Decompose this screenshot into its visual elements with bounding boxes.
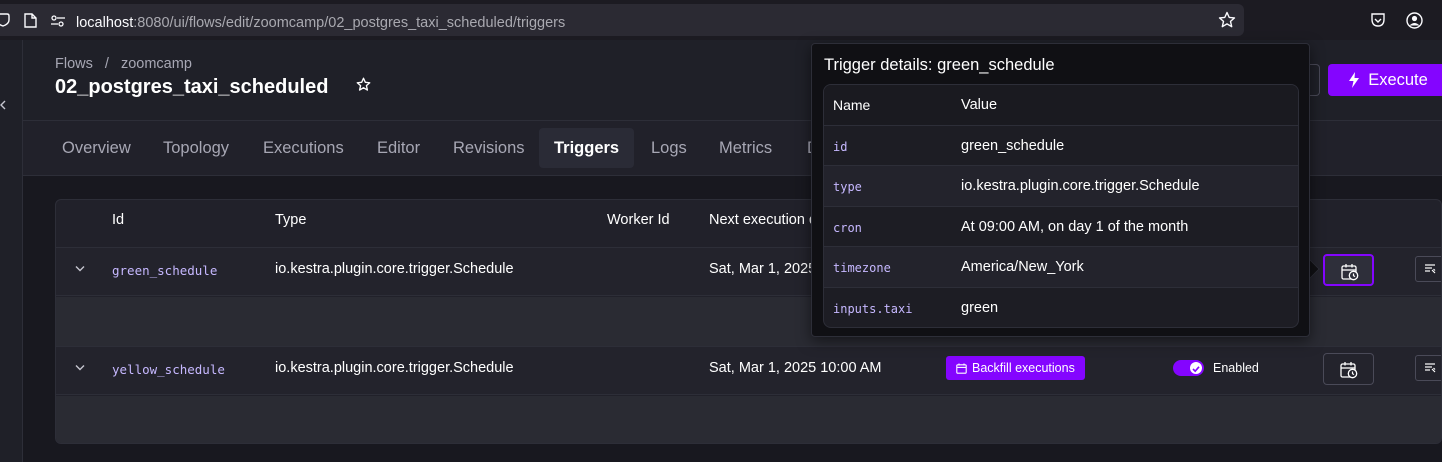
enabled-toggle[interactable] [1173,360,1204,376]
details-row: timezone America/New_York [824,247,1298,288]
trigger-details-button[interactable] [1323,254,1374,286]
pocket-icon[interactable] [1370,12,1386,33]
calendar-clock-icon [1341,264,1359,281]
breadcrumb-namespace-link[interactable]: zoomcamp [121,56,192,72]
tab-executions[interactable]: Executions [248,128,359,168]
calendar-clock-icon [1340,362,1358,379]
row-expanded-area [56,396,1441,443]
logs-icon [1425,264,1436,274]
trigger-details-table: Name Value id green_schedule type io.kes… [823,84,1299,328]
logs-icon [1425,363,1436,373]
detail-value: At 09:00 AM, on day 1 of the month [961,218,1189,235]
tab-overview[interactable]: Overview [47,128,146,168]
permissions-icon[interactable] [50,14,66,32]
tab-logs[interactable]: Logs [636,128,702,168]
enabled-label: Enabled [1213,361,1259,375]
details-row: cron At 09:00 AM, on day 1 of the month [824,207,1298,247]
favorite-star-icon[interactable] [356,77,376,97]
breadcrumb-separator: / [104,56,109,72]
bookmark-star-icon[interactable] [1218,11,1236,34]
table-row: yellow_schedule io.kestra.plugin.core.tr… [56,347,1441,395]
address-bar[interactable]: localhost:8080/ui/flows/edit/zoomcamp/02… [0,4,1244,36]
trigger-details-button[interactable] [1323,353,1374,385]
popover-title: Trigger details: green_schedule [824,56,1055,74]
trigger-id: green_schedule [112,263,218,278]
detail-value: green_schedule [961,137,1065,154]
header-next-execution: Next execution d [709,212,818,228]
trigger-type: io.kestra.plugin.core.trigger.Schedule [275,261,514,277]
detail-name: type [833,180,862,194]
page-title: 02_postgres_taxi_scheduled [55,76,329,98]
detail-value: green [961,299,999,316]
shield-icon[interactable] [0,13,10,32]
details-header-value: Value [961,97,998,113]
details-row: inputs.taxi green [824,288,1298,328]
detail-value: io.kestra.plugin.core.trigger.Schedule [961,178,1200,194]
next-execution: Sat, Mar 1, 2025 10:00 AM [709,360,882,376]
tab-revisions[interactable]: Revisions [438,128,540,168]
detail-name: timezone [833,261,891,275]
calendar-icon [956,363,967,374]
details-header-row: Name Value [824,85,1298,126]
backfill-executions-button[interactable]: Backfill executions [946,356,1085,380]
header-type: Type [275,212,307,228]
details-row: type io.kestra.plugin.core.trigger.Sched… [824,166,1298,207]
tab-editor[interactable]: Editor [362,128,435,168]
url-text[interactable]: localhost:8080/ui/flows/edit/zoomcamp/02… [76,15,565,31]
toggle-knob [1190,362,1202,374]
detail-name: id [833,139,848,154]
trigger-type: io.kestra.plugin.core.trigger.Schedule [275,360,514,376]
detail-name: inputs.taxi [833,301,913,316]
page-icon [24,13,37,33]
account-icon[interactable] [1406,12,1423,34]
chevron-down-icon[interactable] [74,359,88,373]
header-worker-id: Worker Id [607,212,670,228]
view-logs-button[interactable] [1415,355,1441,381]
breadcrumb: Flows / zoomcamp [55,56,192,72]
trigger-details-popover: Trigger details: green_schedule Name Val… [811,43,1310,337]
check-icon [1192,366,1200,373]
details-header-name: Name [833,97,871,113]
trigger-id: yellow_schedule [112,362,225,377]
tab-metrics[interactable]: Metrics [704,128,787,168]
chevron-down-icon[interactable] [74,260,88,274]
browser-toolbar: localhost:8080/ui/flows/edit/zoomcamp/02… [0,0,1442,40]
header-id: Id [112,212,125,228]
tab-topology[interactable]: Topology [148,128,244,168]
tab-triggers[interactable]: Triggers [539,128,635,168]
next-execution: Sat, Mar 1, 2025 [709,261,817,277]
breadcrumb-flows-link[interactable]: Flows [55,56,93,72]
details-row: id green_schedule [824,126,1298,166]
execute-button[interactable]: Execute [1328,64,1442,96]
backfill-label: Backfill executions [972,361,1075,375]
collapse-chevron-icon[interactable] [0,99,6,113]
view-logs-button[interactable] [1415,256,1441,282]
execute-label: Execute [1368,70,1428,89]
detail-value: America/New_York [961,259,1084,275]
left-sidebar-collapsed [0,40,23,462]
lightning-icon [1349,72,1360,88]
detail-name: cron [833,220,862,235]
